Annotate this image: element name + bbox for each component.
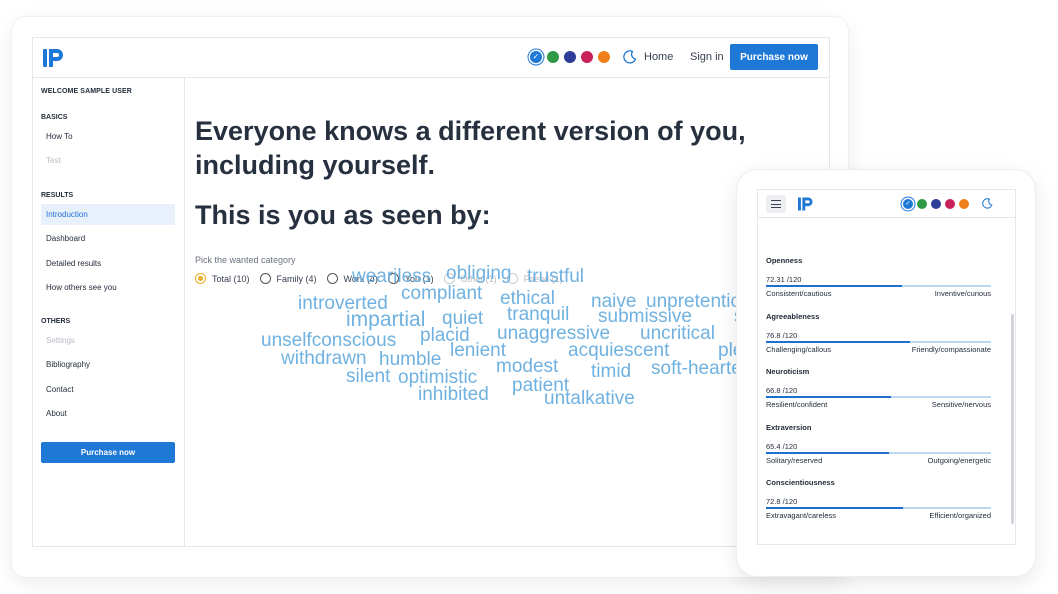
- theme-dot-blue[interactable]: ✓: [903, 199, 913, 209]
- theme-dot-orange[interactable]: [598, 51, 610, 63]
- sidebar-item-contact[interactable]: Contact: [41, 379, 175, 400]
- word-cloud-word: inhibited: [418, 384, 489, 405]
- word-cloud-word: untalkative: [544, 388, 635, 409]
- mobile-theme-color-picker: ✓: [903, 199, 969, 209]
- desktop-screen: ✓ Home Sign in Purchase now WELCOME SAMP…: [32, 37, 830, 547]
- trait-conscientiousness: Conscientiousness 72.8 /120 Extravagant/ca…: [766, 478, 991, 520]
- trait-bar: [766, 507, 991, 509]
- trait-score: 65.4 /120: [766, 441, 798, 451]
- sidebar: WELCOME SAMPLE USER BASICS How To Test RESU…: [33, 78, 185, 546]
- trait-neuroticism: Neuroticism 66.8 /120 Resilient/confident S…: [766, 367, 991, 409]
- sidebar-item-dashboard[interactable]: Dashboard: [41, 228, 175, 249]
- sidebar-purchase-button[interactable]: Purchase now: [41, 442, 175, 463]
- mobile-app-logo[interactable]: [796, 196, 816, 212]
- trait-scale-labels: Extravagant/careless Efficient/organized: [766, 511, 991, 520]
- trait-score: 72.31 /120: [766, 275, 802, 284]
- word-cloud-word: silent: [346, 366, 391, 387]
- theme-dot-crimson[interactable]: [945, 199, 955, 209]
- main-content: Everyone knows a different version of yo…: [186, 78, 829, 546]
- trait-bar: [766, 396, 991, 398]
- theme-dot-green[interactable]: [917, 199, 927, 209]
- trait-name: Agreeableness: [766, 311, 820, 321]
- trait-low-label: Consistent/cautious: [766, 289, 832, 298]
- trait-score: 72.8 /120: [766, 497, 798, 506]
- trait-scale-labels: Challenging/callous Friendly/compassionat…: [766, 345, 991, 354]
- moon-icon[interactable]: [623, 50, 637, 64]
- theme-dot-blue[interactable]: ✓: [530, 51, 542, 63]
- word-cloud-word: impartial: [346, 308, 426, 331]
- word-cloud-word: trustful: [527, 266, 585, 287]
- word-cloud-word: timid: [591, 361, 632, 382]
- theme-dot-crimson[interactable]: [581, 51, 593, 63]
- trait-bar: [766, 340, 991, 343]
- theme-dot-green[interactable]: [547, 51, 559, 63]
- trait-high-label: Outgoing/energetic: [927, 455, 991, 465]
- top-navbar: ✓ Home Sign in Purchase now: [33, 38, 829, 78]
- trait-bar-fill: [766, 507, 903, 509]
- sidebar-item-about[interactable]: About: [41, 403, 175, 424]
- trait-bar: [766, 451, 991, 454]
- word-cloud-word: modest: [496, 356, 559, 377]
- sidebar-item-detailed-results[interactable]: Detailed results: [41, 253, 175, 274]
- trait-score: 66.8 /120: [766, 386, 798, 395]
- sidebar-item-test: Test: [46, 156, 61, 166]
- word-cloud-word: obliging: [446, 263, 512, 284]
- hamburger-icon[interactable]: [766, 195, 786, 213]
- check-icon: ✓: [905, 201, 911, 207]
- theme-color-picker: ✓: [530, 51, 610, 63]
- sidebar-item-bibliography[interactable]: Bibliography: [41, 354, 175, 375]
- trait-low-label: Resilient/confident: [766, 400, 828, 409]
- trait-low-label: Solitary/reserved: [766, 455, 823, 465]
- sidebar-item-introduction[interactable]: Introduction: [41, 204, 175, 225]
- trait-name: Neuroticism: [766, 367, 810, 376]
- theme-dot-navy[interactable]: [564, 51, 576, 63]
- trait-scale-labels: Consistent/cautious Inventive/curious: [766, 289, 991, 298]
- mobile-scrollbar[interactable]: [1011, 314, 1014, 524]
- sidebar-heading-results: RESULTS: [41, 192, 74, 199]
- trait-name: Conscientiousness: [766, 478, 835, 487]
- word-cloud-word: tranquil: [507, 304, 570, 325]
- trait-name: Openness: [766, 256, 803, 265]
- trait-bar-fill: [766, 340, 910, 343]
- trait-name: Extraversion: [766, 422, 812, 432]
- trait-high-label: Sensitive/nervous: [931, 400, 991, 409]
- sidebar-item-how-others-see-you[interactable]: How others see you: [41, 277, 175, 298]
- nav-sign-in-link[interactable]: Sign in: [690, 51, 724, 63]
- mobile-top-navbar: ✓: [758, 190, 1015, 218]
- word-cloud-word: compliant: [401, 283, 483, 304]
- trait-low-label: Extravagant/careless: [766, 511, 837, 520]
- mobile-screen: ✓ Openness 72.31 /120 Consistent/cautious I…: [757, 189, 1016, 545]
- trait-bar-fill: [766, 451, 889, 454]
- trait-scale-labels: Resilient/confident Sensitive/nervous: [766, 400, 991, 409]
- sidebar-heading-others: OTHERS: [41, 318, 71, 325]
- nav-home-link[interactable]: Home: [644, 51, 673, 63]
- purchase-now-button[interactable]: Purchase now: [730, 44, 818, 70]
- trait-openness: Openness 72.31 /120 Consistent/cautious Inv…: [766, 256, 991, 298]
- theme-dot-orange[interactable]: [959, 199, 969, 209]
- theme-dot-navy[interactable]: [931, 199, 941, 209]
- word-cloud: weariless obliging trustful introverted comp…: [186, 78, 829, 546]
- trait-extraversion: Extraversion 65.4 /120 Solitary/reserved Ou…: [766, 423, 991, 465]
- trait-high-label: Inventive/curious: [934, 289, 991, 298]
- welcome-label: WELCOME SAMPLE USER: [41, 88, 132, 95]
- app-logo[interactable]: [42, 47, 66, 69]
- check-icon: ✓: [532, 52, 540, 61]
- trait-score: 76.8 /120: [766, 330, 798, 340]
- trait-bar: [766, 285, 991, 287]
- moon-icon[interactable]: [982, 198, 993, 209]
- sidebar-item-settings: Settings: [46, 336, 75, 345]
- trait-bar-fill: [766, 285, 902, 287]
- trait-bar-fill: [766, 396, 892, 398]
- trait-high-label: Friendly/compassionate: [911, 344, 991, 354]
- trait-low-label: Challenging/callous: [766, 344, 832, 354]
- sidebar-heading-basics: BASICS: [41, 114, 68, 121]
- trait-scale-labels: Solitary/reserved Outgoing/energetic: [766, 456, 991, 465]
- trait-high-label: Efficient/organized: [929, 511, 991, 520]
- sidebar-item-how-to[interactable]: How To: [41, 126, 175, 147]
- trait-agreeableness: Agreeableness 76.8 /120 Challenging/callou…: [766, 312, 991, 354]
